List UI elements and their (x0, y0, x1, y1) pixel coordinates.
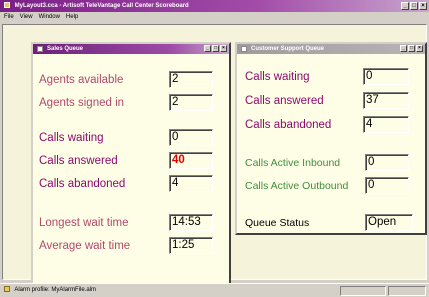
app-title-bar[interactable]: MyLayout3.cca - Artisoft TeleVantage Cal… (0, 0, 429, 12)
sales-queue-window[interactable]: Sales Queue _ □ × Agents available 2 Age… (31, 42, 231, 291)
active-inbound-value: 0 (365, 154, 409, 171)
app-icon (4, 2, 10, 9)
close-button[interactable]: × (416, 45, 423, 52)
support-calls-answered-label: Calls answered (245, 95, 324, 107)
calls-abandoned-label: Calls abandoned (39, 178, 126, 190)
queue-status-value: Open (365, 214, 413, 231)
support-calls-waiting-value: 0 (363, 68, 409, 85)
support-calls-waiting-row: Calls waiting 0 (237, 68, 425, 86)
menu-view[interactable]: View (20, 12, 33, 23)
active-inbound-label: Calls Active Inbound (245, 157, 341, 169)
agents-signed-in-value: 2 (169, 94, 213, 111)
longest-wait-label: Longest wait time (39, 217, 129, 229)
support-calls-abandoned-label: Calls abandoned (245, 119, 332, 131)
calls-waiting-value: 0 (169, 129, 213, 146)
window-controls: _ □ × (401, 2, 427, 10)
active-outbound-label: Calls Active Outbound (245, 180, 349, 192)
queue-status-label: Queue Status (245, 217, 310, 229)
support-calls-answered-row: Calls answered 37 (237, 92, 425, 110)
menu-file[interactable]: File (4, 12, 14, 23)
agents-available-value: 2 (169, 71, 213, 88)
maximize-button[interactable]: □ (408, 45, 415, 52)
agents-available-row: Agents available 2 (33, 71, 229, 89)
active-outbound-row: Calls Active Outbound 0 (237, 177, 425, 195)
calls-answered-row: Calls answered 40 (33, 152, 229, 170)
close-button[interactable]: × (419, 2, 427, 10)
status-pane (388, 286, 426, 296)
status-pane (340, 286, 386, 296)
support-queue-title: Customer Support Queue (251, 46, 325, 52)
support-calls-abandoned-value: 4 (363, 116, 409, 133)
support-calls-abandoned-row: Calls abandoned 4 (237, 116, 425, 134)
calls-waiting-row: Calls waiting 0 (33, 129, 229, 147)
window-icon (37, 46, 43, 52)
calls-waiting-label: Calls waiting (39, 132, 104, 144)
calls-abandoned-value: 4 (169, 175, 213, 192)
menu-bar: File View Window Help (0, 12, 429, 23)
queue-status-row: Queue Status Open (237, 214, 425, 232)
window-controls: _ □ × (204, 45, 227, 52)
agents-signed-in-label: Agents signed in (39, 97, 125, 109)
support-queue-window[interactable]: Customer Support Queue _ □ × Calls waiti… (235, 42, 427, 235)
agents-signed-in-row: Agents signed in 2 (33, 94, 229, 112)
longest-wait-value: 14:53 (169, 214, 213, 231)
close-button[interactable]: × (220, 45, 227, 52)
average-wait-label: Average wait time (39, 240, 131, 252)
maximize-button[interactable]: □ (212, 45, 219, 52)
status-text: Alarm profile: MyAlarmFile.alm (14, 287, 97, 293)
support-calls-answered-value: 37 (363, 92, 409, 109)
minimize-button[interactable]: _ (204, 45, 211, 52)
menu-window[interactable]: Window (39, 12, 60, 23)
active-outbound-value: 0 (365, 177, 409, 194)
sales-queue-title: Sales Queue (47, 46, 84, 52)
alarm-icon (4, 286, 10, 293)
minimize-button[interactable]: _ (401, 2, 409, 10)
sales-queue-title-bar[interactable]: Sales Queue _ □ × (33, 44, 229, 54)
window-icon (241, 46, 247, 52)
active-inbound-row: Calls Active Inbound 0 (237, 154, 425, 172)
maximize-button[interactable]: □ (410, 2, 418, 10)
calls-answered-label: Calls answered (39, 155, 118, 167)
average-wait-row: Average wait time 1:25 (33, 237, 229, 255)
support-queue-title-bar[interactable]: Customer Support Queue _ □ × (237, 44, 425, 54)
window-controls: _ □ × (400, 45, 423, 52)
mdi-workspace: Sales Queue _ □ × Agents available 2 Age… (2, 24, 427, 291)
support-calls-waiting-label: Calls waiting (245, 71, 310, 83)
average-wait-value: 1:25 (169, 237, 213, 254)
agents-available-label: Agents available (39, 74, 124, 86)
longest-wait-row: Longest wait time 14:53 (33, 214, 229, 232)
calls-abandoned-row: Calls abandoned 4 (33, 175, 229, 193)
status-bar: Alarm profile: MyAlarmFile.alm (0, 283, 429, 297)
calls-answered-value: 40 (169, 152, 213, 169)
app-title: MyLayout3.cca - Artisoft TeleVantage Cal… (14, 3, 189, 9)
menu-help[interactable]: Help (66, 12, 78, 23)
minimize-button[interactable]: _ (400, 45, 407, 52)
